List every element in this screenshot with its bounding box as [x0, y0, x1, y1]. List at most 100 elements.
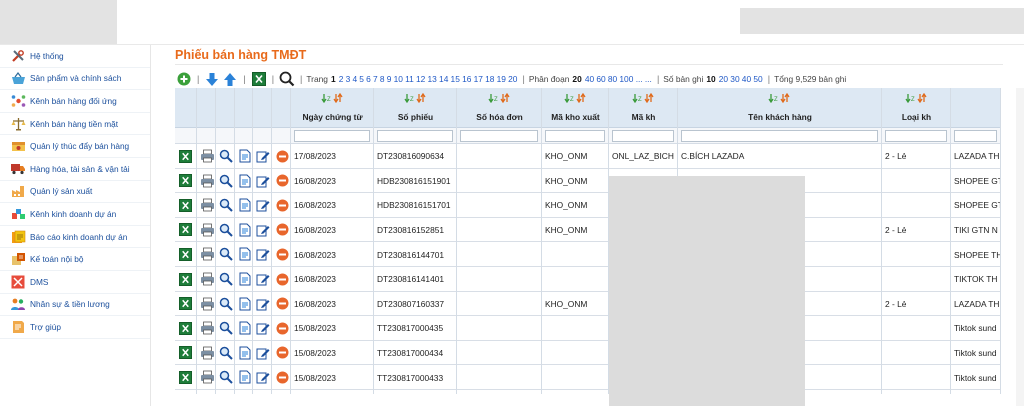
column-header-8[interactable] — [951, 88, 1001, 128]
sort-icon[interactable]: Z — [320, 92, 345, 103]
column-header-1[interactable]: Z Ngày chứng từ — [291, 88, 374, 128]
edit-icon[interactable] — [255, 148, 271, 164]
page-link-2[interactable]: 2 — [339, 74, 344, 84]
page-link-5[interactable]: 5 — [359, 74, 364, 84]
sidebar-item-4[interactable]: Kênh bán hàng tiền mặt — [0, 113, 150, 136]
sidebar-item-6[interactable]: Hàng hóa, tài sản & vận tải — [0, 158, 150, 181]
segment-link[interactable]: 40 — [585, 74, 594, 84]
column-header-6[interactable]: Z Tên khách hàng — [678, 88, 882, 128]
view-icon[interactable] — [218, 296, 234, 312]
sort-icon[interactable]: Z — [768, 92, 792, 103]
sort-icon[interactable]: Z — [563, 92, 588, 103]
table-row[interactable]: 17/08/2023 DT230816090634 KHO_ONM ONL_LAZ_B… — [175, 144, 1001, 169]
document-icon[interactable] — [237, 271, 253, 287]
document-icon[interactable] — [237, 148, 253, 164]
page-link-6[interactable]: 6 — [366, 74, 371, 84]
excel-icon[interactable] — [177, 369, 193, 385]
sort-icon[interactable]: Z — [904, 92, 929, 103]
excel-icon[interactable] — [177, 296, 193, 312]
upload-button[interactable] — [221, 70, 239, 88]
print-icon[interactable] — [199, 246, 215, 262]
view-icon[interactable] — [218, 369, 234, 385]
filter-input[interactable] — [377, 130, 453, 142]
document-icon[interactable] — [237, 197, 253, 213]
sidebar-item-10[interactable]: Kế toán nội bộ — [0, 248, 150, 271]
segment-link[interactable]: 100 ... — [619, 74, 642, 84]
sidebar-item-11[interactable]: DMS — [0, 271, 150, 294]
delete-icon[interactable] — [274, 271, 290, 287]
view-icon[interactable] — [218, 173, 234, 189]
print-icon[interactable] — [199, 173, 215, 189]
sidebar-item-5[interactable]: Quản lý thúc đẩy bán hàng — [0, 135, 150, 158]
excel-icon[interactable] — [177, 197, 193, 213]
page-link-11[interactable]: 11 — [405, 74, 414, 84]
print-icon[interactable] — [199, 320, 215, 336]
page-link-10[interactable]: 10 — [394, 74, 403, 84]
column-header-3[interactable]: Z Số hóa đơn — [457, 88, 542, 128]
excel-icon[interactable] — [177, 345, 193, 361]
excel-icon[interactable] — [177, 271, 193, 287]
excel-icon[interactable] — [177, 246, 193, 262]
download-button[interactable] — [203, 70, 221, 88]
document-icon[interactable] — [237, 222, 253, 238]
edit-icon[interactable] — [255, 320, 271, 336]
edit-icon[interactable] — [255, 369, 271, 385]
table-row[interactable]: 15/08/2023 TT230817000433 Tiktok sund — [175, 365, 1001, 390]
filter-input[interactable] — [612, 130, 674, 142]
records-option-20[interactable]: 20 — [719, 74, 728, 84]
page-link-4[interactable]: 4 — [352, 74, 357, 84]
column-header-7[interactable]: Z Loại kh — [882, 88, 951, 128]
view-icon[interactable] — [218, 345, 234, 361]
filter-input[interactable] — [681, 130, 878, 142]
filter-input[interactable] — [885, 130, 947, 142]
sort-icon[interactable]: Z — [403, 92, 428, 103]
edit-icon[interactable] — [255, 173, 271, 189]
edit-icon[interactable] — [255, 345, 271, 361]
delete-icon[interactable] — [274, 173, 290, 189]
print-icon[interactable] — [199, 345, 215, 361]
sidebar-item-2[interactable]: Sản phẩm và chính sách — [0, 68, 150, 91]
view-icon[interactable] — [218, 271, 234, 287]
page-link-19[interactable]: 19 — [497, 74, 506, 84]
sidebar-item-8[interactable]: Kênh kinh doanh dự án — [0, 203, 150, 226]
view-icon[interactable] — [218, 222, 234, 238]
table-row[interactable]: 16/08/2023 DT230807160337 KHO_ONM 2 - Lẻ LAZ… — [175, 292, 1001, 317]
document-icon[interactable] — [237, 246, 253, 262]
table-row[interactable]: 16/08/2023 DT230816144701 SHOPEE TH — [175, 242, 1001, 267]
page-link-15[interactable]: 15 — [451, 74, 460, 84]
filter-input[interactable] — [294, 130, 370, 142]
page-link-20[interactable]: 20 — [508, 74, 517, 84]
table-row[interactable]: 16/08/2023 HDB230816151901 KHO_ONM SHOPEE G… — [175, 169, 1001, 194]
delete-icon[interactable] — [274, 246, 290, 262]
segment-link[interactable]: 80 — [608, 74, 617, 84]
delete-icon[interactable] — [274, 320, 290, 336]
records-option-40[interactable]: 40 — [742, 74, 751, 84]
print-icon[interactable] — [199, 369, 215, 385]
page-link-8[interactable]: 8 — [380, 74, 385, 84]
page-link-3[interactable]: 3 — [346, 74, 351, 84]
table-row[interactable]: 15/08/2023 TT230817000435 Tiktok sund — [175, 316, 1001, 341]
print-icon[interactable] — [199, 271, 215, 287]
page-link-7[interactable]: 7 — [373, 74, 378, 84]
document-icon[interactable] — [237, 320, 253, 336]
sidebar-item-1[interactable]: Hệ thống — [0, 45, 150, 68]
page-link-14[interactable]: 14 — [439, 74, 448, 84]
segment-link[interactable]: ... — [645, 74, 652, 84]
column-header-5[interactable]: Z Mã kh — [609, 88, 678, 128]
segment-link[interactable]: 60 — [596, 74, 605, 84]
sidebar-item-3[interactable]: Kênh bán hàng đối ứng — [0, 90, 150, 113]
filter-input[interactable] — [460, 130, 538, 142]
page-link-16[interactable]: 16 — [462, 74, 471, 84]
document-icon[interactable] — [237, 369, 253, 385]
sidebar-item-7[interactable]: Quản lý sản xuất — [0, 181, 150, 204]
delete-icon[interactable] — [274, 345, 290, 361]
page-link-12[interactable]: 12 — [416, 74, 425, 84]
search-button[interactable] — [278, 70, 296, 88]
column-header-2[interactable]: Z Số phiếu — [374, 88, 457, 128]
page-link-9[interactable]: 9 — [387, 74, 392, 84]
edit-icon[interactable] — [255, 197, 271, 213]
view-icon[interactable] — [218, 320, 234, 336]
table-row[interactable]: 15/08/2023 TT230817000434 Tiktok sund — [175, 341, 1001, 366]
print-icon[interactable] — [199, 148, 215, 164]
filter-input[interactable] — [954, 130, 997, 142]
